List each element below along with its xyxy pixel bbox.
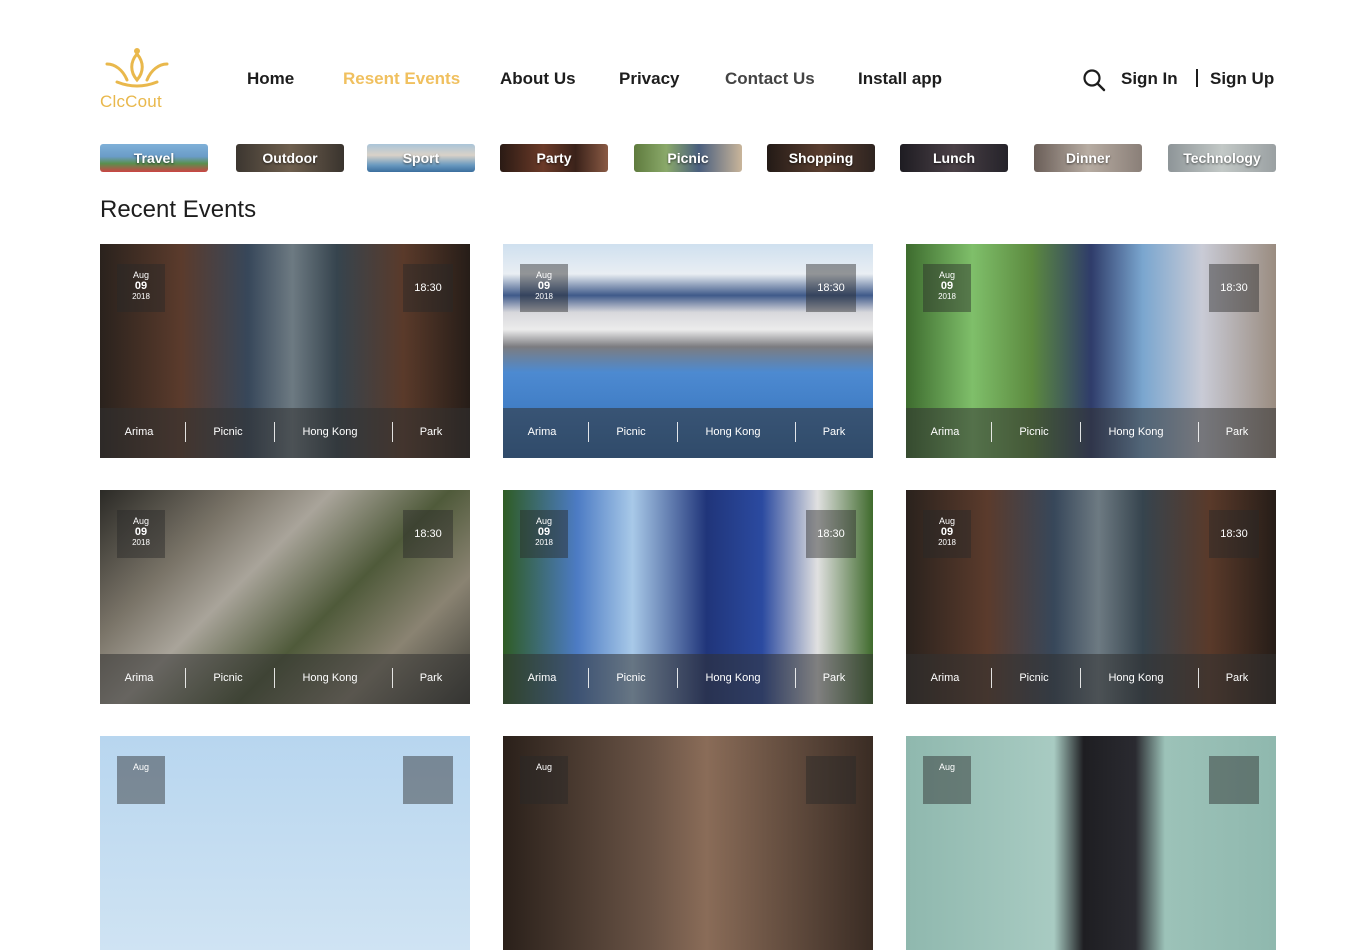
event-card[interactable]: Aug [503,736,873,950]
event-name: Arima [527,672,557,684]
nav-resent-events[interactable]: Resent Events [343,69,460,89]
event-name: Arima [527,426,557,438]
search-icon[interactable] [1082,68,1106,92]
event-date: Aug 09 2018 [923,264,971,312]
event-card[interactable]: Aug 09 2018 18:30 Arima Picnic Hong Kong P… [503,490,873,704]
event-info-bar: Arima Picnic Hong Kong Park [503,408,873,458]
event-card[interactable]: Aug 09 2018 18:30 Arima Picnic Hong Kong P… [503,244,873,458]
event-card[interactable]: Aug [100,736,470,950]
event-card[interactable]: Aug [906,736,1276,950]
nav-contact-us[interactable]: Contact Us [725,69,815,89]
event-info-bar: Arima Picnic Hong Kong Park [503,654,873,704]
category-sport[interactable]: Sport [367,144,475,172]
event-info-bar: Arima Picnic Hong Kong Park [906,654,1276,704]
event-city: Hong Kong [705,426,761,438]
event-venue: Park [1225,672,1249,684]
category-dinner[interactable]: Dinner [1034,144,1142,172]
auth-divider [1196,69,1198,87]
event-card[interactable]: Aug 09 2018 18:30 Arima Picnic Hong Kong P… [100,490,470,704]
nav-home[interactable]: Home [247,69,294,89]
event-card[interactable]: Aug 09 2018 18:30 Arima Picnic Hong Kong P… [906,244,1276,458]
event-type: Picnic [1019,672,1049,684]
category-travel[interactable]: Travel [100,144,208,172]
event-venue: Park [419,672,443,684]
event-info-bar: Arima Picnic Hong Kong Park [100,408,470,458]
event-time: 18:30 [403,264,453,312]
event-name: Arima [930,672,960,684]
category-label: Picnic [667,150,709,166]
brand-logo[interactable]: ClcCout [100,48,176,114]
sign-in-link[interactable]: Sign In [1121,69,1178,89]
category-picnic[interactable]: Picnic [634,144,742,172]
event-date: Aug [117,756,165,804]
category-label: Dinner [1065,150,1111,166]
event-date: Aug 09 2018 [117,264,165,312]
crown-logo-icon [105,48,169,88]
event-type: Picnic [1019,426,1049,438]
event-time [806,756,856,804]
event-city: Hong Kong [1108,426,1164,438]
event-date: Aug 09 2018 [520,510,568,558]
event-city: Hong Kong [302,672,358,684]
event-time [1209,756,1259,804]
event-city: Hong Kong [302,426,358,438]
category-shopping[interactable]: Shopping [767,144,875,172]
event-time: 18:30 [1209,264,1259,312]
category-lunch[interactable]: Lunch [900,144,1008,172]
event-card[interactable]: Aug 09 2018 18:30 Arima Picnic Hong Kong P… [100,244,470,458]
event-type: Picnic [616,672,646,684]
event-date: Aug [520,756,568,804]
category-label: Lunch [933,150,975,166]
event-venue: Park [1225,426,1249,438]
event-type: Picnic [213,426,243,438]
event-venue: Park [419,426,443,438]
event-card[interactable]: Aug 09 2018 18:30 Arima Picnic Hong Kong P… [906,490,1276,704]
section-title: Recent Events [100,196,257,223]
event-time: 18:30 [806,264,856,312]
event-time: 18:30 [403,510,453,558]
category-label: Outdoor [262,150,318,166]
event-venue: Park [822,426,846,438]
category-label: Technology [1183,150,1261,166]
event-date: Aug 09 2018 [520,264,568,312]
nav-privacy[interactable]: Privacy [619,69,680,89]
event-date: Aug 09 2018 [923,510,971,558]
event-date: Aug [923,756,971,804]
event-date: Aug 09 2018 [117,510,165,558]
category-label: Party [536,150,572,166]
event-info-bar: Arima Picnic Hong Kong Park [100,654,470,704]
category-outdoor[interactable]: Outdoor [236,144,344,172]
category-label: Sport [402,150,440,166]
event-time: 18:30 [1209,510,1259,558]
event-name: Arima [930,426,960,438]
event-city: Hong Kong [1108,672,1164,684]
event-type: Picnic [213,672,243,684]
brand-name: ClcCout [100,92,162,111]
sign-up-link[interactable]: Sign Up [1210,69,1274,89]
category-party[interactable]: Party [500,144,608,172]
event-city: Hong Kong [705,672,761,684]
nav-install-app[interactable]: Install app [858,69,942,89]
category-label: Travel [133,150,175,166]
event-venue: Park [822,672,846,684]
event-info-bar: Arima Picnic Hong Kong Park [906,408,1276,458]
nav-about-us[interactable]: About Us [500,69,576,89]
event-time [403,756,453,804]
event-name: Arima [124,672,154,684]
event-name: Arima [124,426,154,438]
event-type: Picnic [616,426,646,438]
event-time: 18:30 [806,510,856,558]
category-technology[interactable]: Technology [1168,144,1276,172]
category-label: Shopping [788,150,854,166]
